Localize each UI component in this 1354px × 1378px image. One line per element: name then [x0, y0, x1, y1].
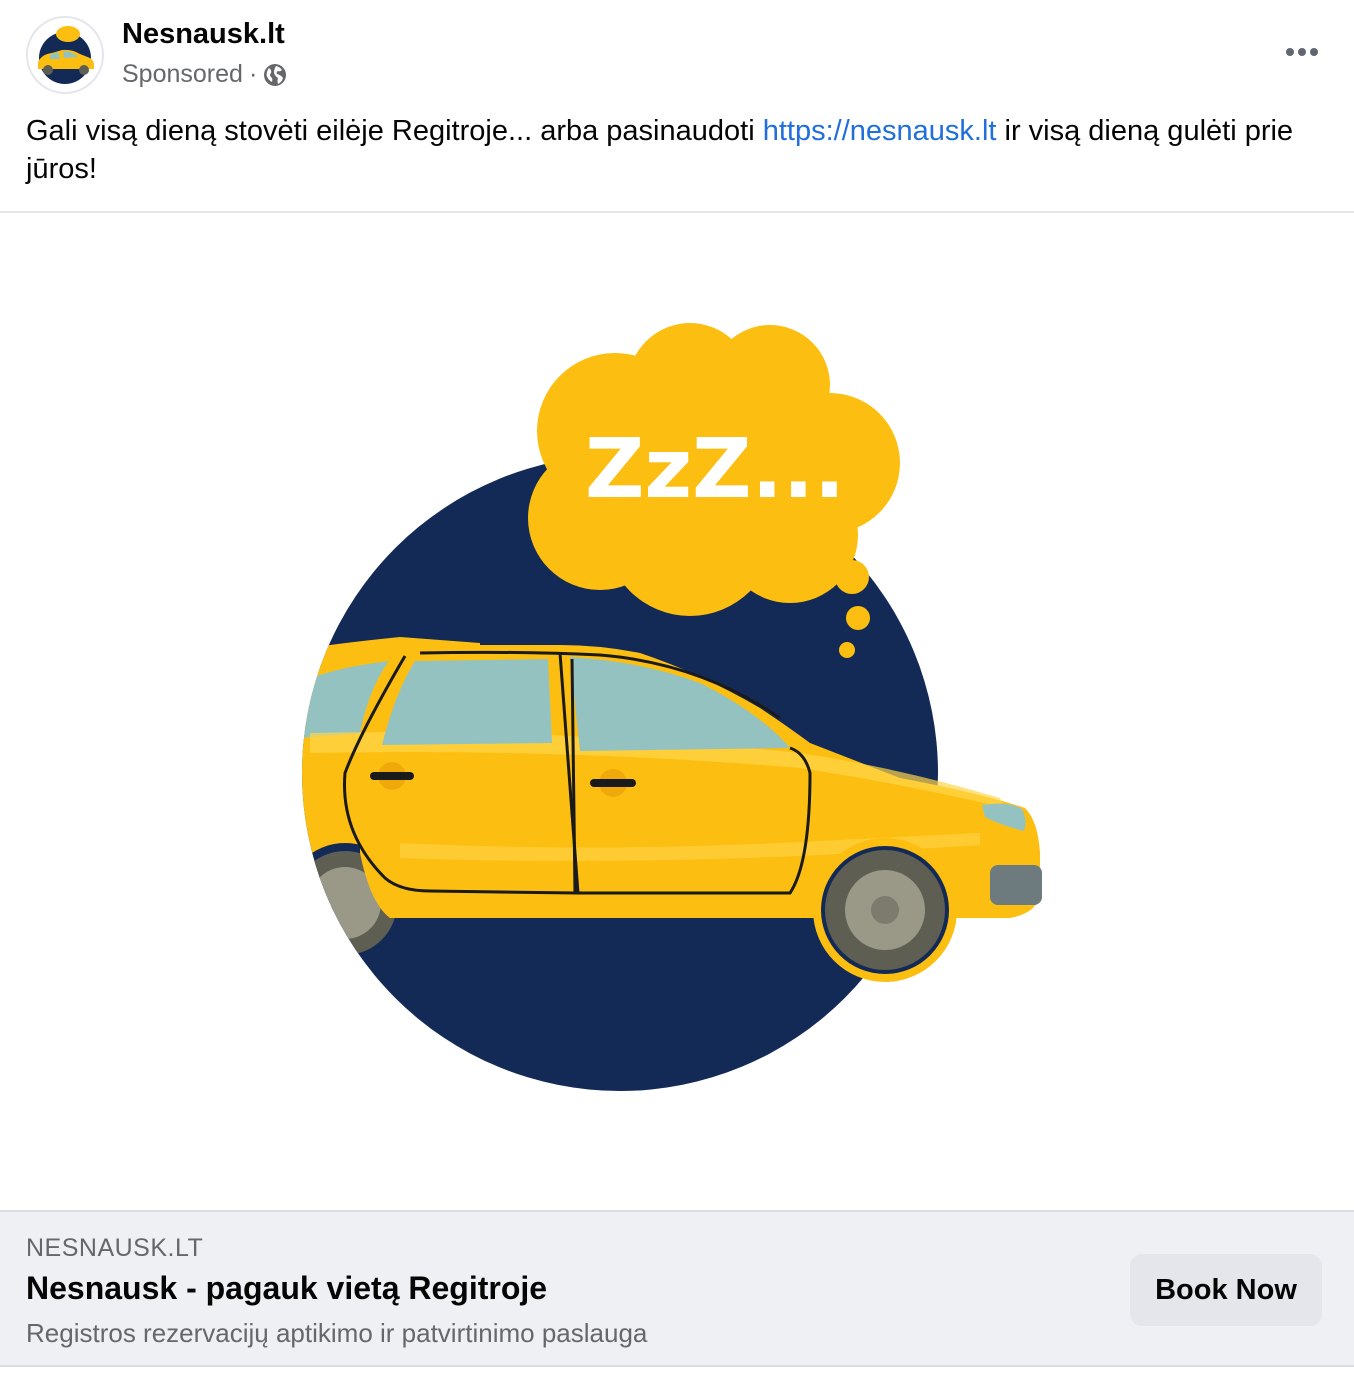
sleeping-car-illustration: ZzZ...	[302, 323, 1042, 1091]
more-options-icon[interactable]	[1280, 34, 1324, 70]
more-dot	[1310, 48, 1318, 56]
page-name[interactable]: Nesnausk.lt	[122, 18, 285, 51]
globe-icon[interactable]	[263, 63, 287, 87]
post-header: Nesnausk.lt Sponsored ·	[0, 0, 1354, 100]
ad-image[interactable]: ZzZ...	[0, 213, 1354, 1210]
post-text-before-link: Gali visą dieną stovėti eilėje Regitroje…	[26, 115, 763, 147]
link-headline[interactable]: Nesnausk - pagauk vietą Regitroje	[26, 1270, 547, 1307]
avatar-car-logo	[38, 26, 94, 84]
link-preview[interactable]: NESNAUSK.LT Nesnausk - pagauk vietą Regi…	[0, 1210, 1354, 1365]
book-now-button[interactable]: Book Now	[1130, 1254, 1322, 1326]
post-meta: Sponsored ·	[122, 60, 287, 89]
post-link[interactable]: https://nesnausk.lt	[763, 115, 997, 147]
page-avatar[interactable]	[26, 16, 104, 94]
post-bottom-border	[0, 1365, 1354, 1378]
post-text: Gali visą dieną stovėti eilėje Regitroje…	[26, 112, 1326, 188]
meta-separator: ·	[248, 60, 258, 88]
link-domain: NESNAUSK.LT	[26, 1234, 204, 1262]
bubble-text: ZzZ...	[585, 422, 845, 517]
more-dot	[1298, 48, 1306, 56]
more-dot	[1286, 48, 1294, 56]
sponsored-label[interactable]: Sponsored	[122, 60, 243, 89]
link-description: Registros rezervacijų aptikimo ir patvir…	[26, 1318, 648, 1348]
